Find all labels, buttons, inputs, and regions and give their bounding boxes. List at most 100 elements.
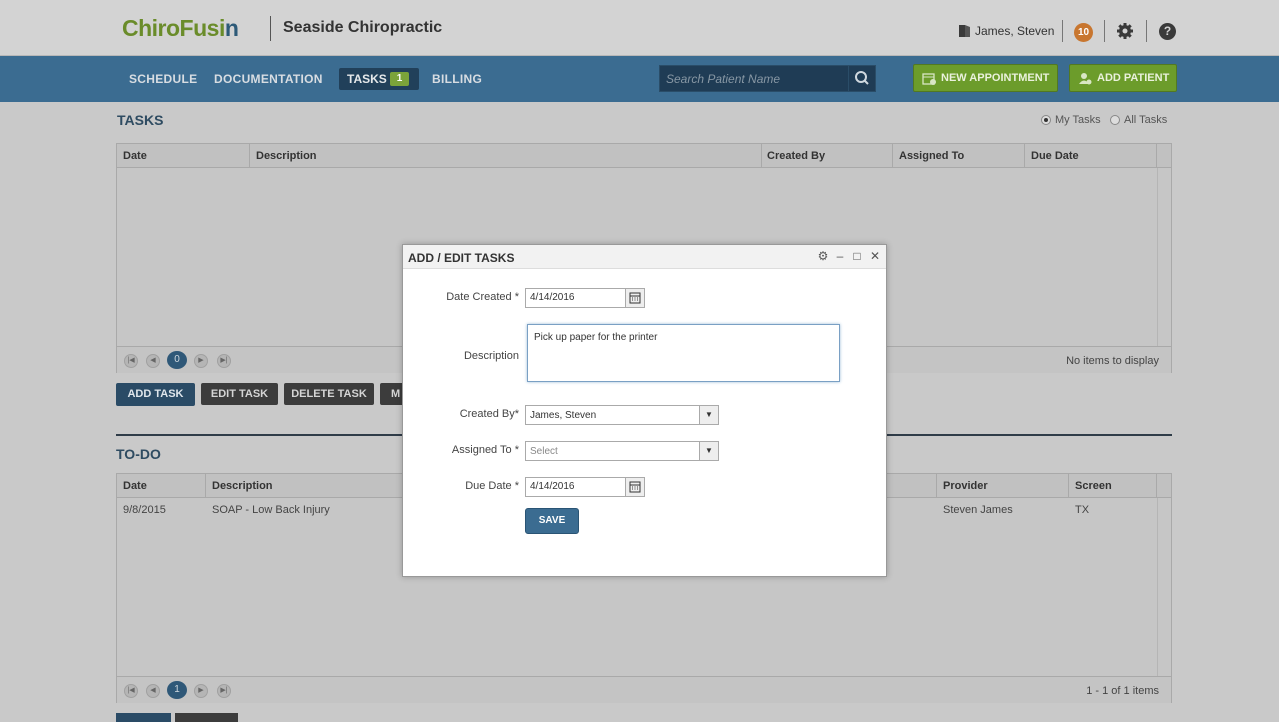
- row-provider: Steven James: [943, 504, 1013, 516]
- nav-schedule[interactable]: SCHEDULE: [129, 72, 197, 86]
- pager-info: 1 - 1 of 1 items: [1086, 685, 1159, 697]
- nav-tasks[interactable]: TASKS 1: [339, 68, 419, 90]
- my-tasks-radio[interactable]: My Tasks: [1041, 114, 1101, 126]
- new-appointment-label: NEW APPOINTMENT: [941, 72, 1050, 84]
- dialog-titlebar: ADD / EDIT TASKS ⚙ – □ ✕: [403, 245, 886, 269]
- add-user-icon: [1079, 72, 1092, 84]
- maximize-icon[interactable]: □: [851, 250, 863, 262]
- assigned-to-value: Select: [530, 446, 558, 457]
- edit-task-button[interactable]: EDIT TASK: [201, 383, 278, 405]
- created-by-value: James, Steven: [530, 410, 597, 421]
- logo-text-part1: ChiroFusi: [122, 15, 225, 41]
- add-patient-button[interactable]: ADD PATIENT: [1069, 64, 1177, 92]
- bottom-button-partial[interactable]: [175, 713, 238, 722]
- description-label: Description: [463, 350, 519, 362]
- page-number[interactable]: 1: [167, 681, 187, 699]
- tasks-scrollbar[interactable]: [1157, 168, 1171, 346]
- dialog-settings-gear-icon[interactable]: ⚙: [817, 250, 829, 262]
- add-task-button[interactable]: ADD TASK: [116, 383, 195, 406]
- page-number[interactable]: 0: [167, 351, 187, 369]
- column-divider: [1156, 474, 1157, 498]
- header-divider: [1062, 20, 1063, 42]
- main-nav: SCHEDULE DOCUMENTATION TASKS 1 BILLING N…: [0, 56, 1279, 102]
- all-tasks-radio[interactable]: All Tasks: [1110, 114, 1167, 126]
- column-header-description[interactable]: Description: [212, 480, 273, 492]
- column-header-assigned-to[interactable]: Assigned To: [899, 150, 964, 162]
- all-tasks-label: All Tasks: [1124, 114, 1168, 126]
- add-edit-tasks-dialog: ADD / EDIT TASKS ⚙ – □ ✕ Date Created * …: [402, 244, 887, 577]
- assigned-to-select[interactable]: Select ▼: [525, 441, 719, 461]
- add-patient-label: ADD PATIENT: [1097, 72, 1170, 84]
- column-divider: [1156, 144, 1157, 168]
- notifications-badge[interactable]: 10: [1074, 23, 1093, 42]
- radio-unselected-icon: [1110, 115, 1120, 125]
- pager-info: No items to display: [1066, 355, 1159, 367]
- row-description: SOAP - Low Back Injury: [212, 504, 330, 516]
- user-menu[interactable]: James, Steven: [958, 24, 1054, 38]
- clinic-name: Seaside Chiropractic: [283, 19, 443, 36]
- todo-pager: |◀ ◀ 1 ▶ ▶| 1 - 1 of 1 items: [117, 676, 1171, 703]
- description-textarea[interactable]: Pick up paper for the printer: [527, 324, 840, 382]
- dialog-title: ADD / EDIT TASKS: [408, 251, 515, 265]
- bottom-button-partial[interactable]: [116, 713, 171, 722]
- column-header-screen[interactable]: Screen: [1075, 480, 1112, 492]
- column-divider: [205, 474, 206, 498]
- column-divider: [761, 144, 762, 168]
- tasks-grid-header: Date Description Created By Assigned To …: [117, 144, 1171, 168]
- top-header: ChiroFusin Seaside Chiropractic James, S…: [0, 0, 1279, 56]
- header-divider: [1104, 20, 1105, 42]
- created-by-label: Created By*: [459, 408, 519, 420]
- prev-page-icon[interactable]: ◀: [146, 684, 160, 698]
- tasks-title: TASKS: [117, 112, 164, 128]
- first-page-icon[interactable]: |◀: [124, 684, 138, 698]
- prev-page-icon[interactable]: ◀: [146, 354, 160, 368]
- assigned-to-label: Assigned To *: [451, 444, 519, 456]
- due-date-field[interactable]: 4/14/2016: [525, 477, 627, 497]
- search-button[interactable]: [848, 65, 876, 92]
- settings-gear-icon[interactable]: [1116, 22, 1134, 40]
- delete-task-button[interactable]: DELETE TASK: [284, 383, 374, 405]
- todo-scrollbar[interactable]: [1157, 498, 1171, 676]
- search-icon: [855, 71, 869, 85]
- header-divider: [1146, 20, 1147, 42]
- created-by-select[interactable]: James, Steven ▼: [525, 405, 719, 425]
- row-screen: TX: [1075, 504, 1090, 516]
- date-created-field[interactable]: 4/14/2016: [525, 288, 627, 308]
- nav-documentation[interactable]: DOCUMENTATION: [214, 72, 323, 86]
- save-button[interactable]: SAVE: [525, 508, 579, 534]
- chirofusion-logo[interactable]: ChiroFusin: [122, 15, 239, 42]
- column-header-description[interactable]: Description: [256, 150, 317, 162]
- date-created-calendar-button[interactable]: [625, 288, 645, 308]
- column-divider: [892, 144, 893, 168]
- column-header-provider[interactable]: Provider: [943, 480, 988, 492]
- last-page-icon[interactable]: ▶|: [217, 354, 231, 368]
- calendar-icon: [629, 481, 641, 493]
- next-page-icon[interactable]: ▶: [194, 684, 208, 698]
- column-header-date[interactable]: Date: [123, 480, 147, 492]
- logout-door-icon: [959, 25, 970, 37]
- new-appointment-button[interactable]: NEW APPOINTMENT: [913, 64, 1058, 92]
- radio-selected-icon: [1041, 115, 1051, 125]
- column-header-due-date[interactable]: Due Date: [1031, 150, 1079, 162]
- column-divider: [936, 474, 937, 498]
- column-header-date[interactable]: Date: [123, 150, 147, 162]
- next-page-icon[interactable]: ▶: [194, 354, 208, 368]
- column-divider: [1068, 474, 1069, 498]
- first-page-icon[interactable]: |◀: [124, 354, 138, 368]
- user-name: James, Steven: [975, 24, 1055, 38]
- row-date: 9/8/2015: [123, 504, 166, 516]
- nav-billing[interactable]: BILLING: [432, 72, 482, 86]
- patient-search-input[interactable]: [660, 66, 848, 91]
- my-tasks-label: My Tasks: [1055, 114, 1101, 126]
- due-date-label: Due Date *: [465, 480, 519, 492]
- due-date-calendar-button[interactable]: [625, 477, 645, 497]
- date-created-label: Date Created *: [446, 291, 519, 303]
- calendar-icon: [629, 292, 641, 304]
- nav-tasks-label: TASKS: [347, 72, 387, 86]
- minimize-icon[interactable]: –: [834, 250, 846, 262]
- column-header-created-by[interactable]: Created By: [767, 150, 825, 162]
- help-icon[interactable]: ?: [1159, 23, 1176, 40]
- last-page-icon[interactable]: ▶|: [217, 684, 231, 698]
- close-icon[interactable]: ✕: [869, 250, 881, 262]
- tasks-count-badge: 1: [390, 72, 409, 86]
